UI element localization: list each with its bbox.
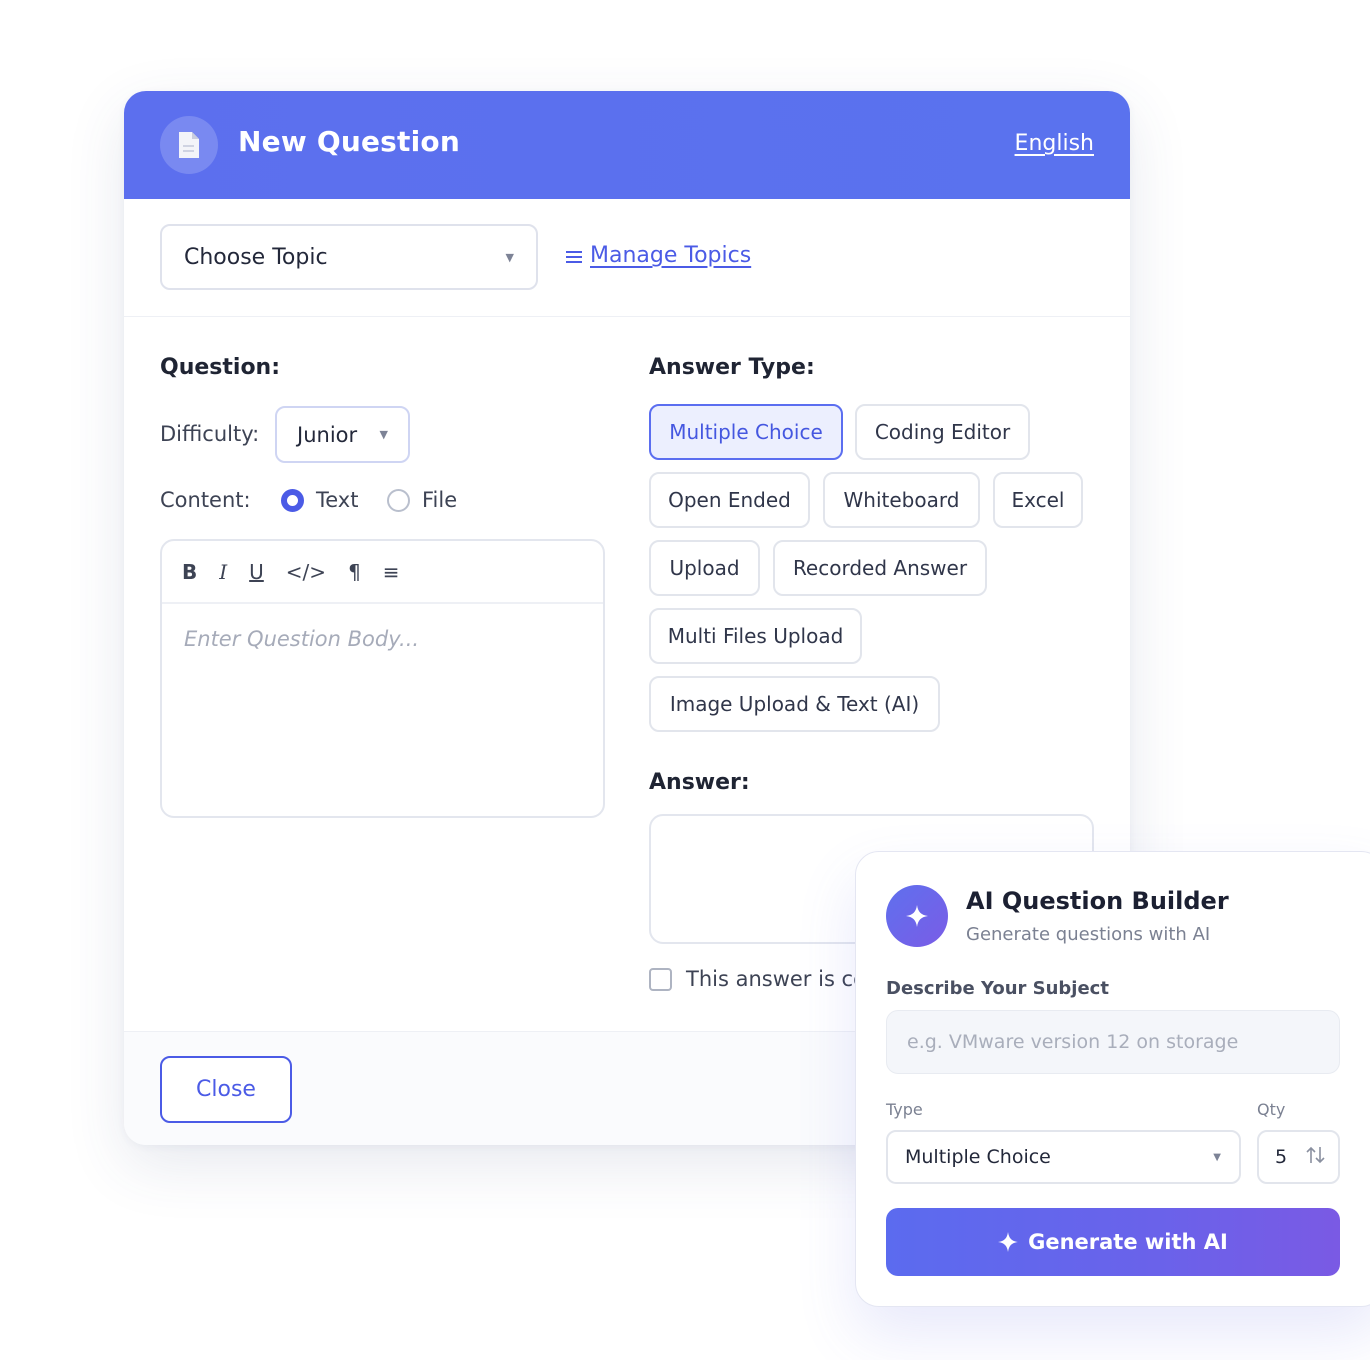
- qty-input[interactable]: 5: [1257, 1130, 1340, 1184]
- answer-type-coding-editor[interactable]: Coding Editor: [855, 404, 1030, 460]
- checkbox-icon: [649, 967, 672, 991]
- ai-type-value: Multiple Choice: [905, 1146, 1051, 1168]
- topic-select-value: Choose Topic: [184, 244, 328, 270]
- close-button[interactable]: Close: [160, 1056, 292, 1123]
- qty-label: Qty: [1257, 1100, 1286, 1119]
- difficulty-select[interactable]: Junior ▼: [275, 406, 410, 463]
- describe-subject-input[interactable]: e.g. VMware version 12 on storage: [886, 1010, 1340, 1074]
- underline-button[interactable]: U: [249, 560, 264, 584]
- modal-title: New Question: [238, 125, 460, 158]
- answer-type-multiple-choice[interactable]: Multiple Choice: [649, 404, 843, 460]
- content-label: Content:: [160, 488, 251, 512]
- question-heading: Question:: [160, 355, 281, 380]
- answer-type-image-upload-text-ai[interactable]: Image Upload & Text (AI): [649, 676, 940, 732]
- list-icon: [566, 250, 582, 263]
- chevron-down-icon: ▼: [1213, 1151, 1221, 1163]
- describe-subject-label: Describe Your Subject: [886, 978, 1109, 999]
- answer-type-excel[interactable]: Excel: [993, 472, 1083, 528]
- radio-unselected-icon: [387, 488, 410, 512]
- answer-type-open-ended[interactable]: Open Ended: [649, 472, 810, 528]
- radio-label-text: Text: [316, 488, 359, 512]
- content-radio-text[interactable]: Text: [281, 488, 358, 512]
- checkbox-label: This answer is co: [686, 967, 866, 991]
- generate-with-ai-button[interactable]: Generate with AI: [886, 1208, 1340, 1276]
- document-icon: [160, 116, 218, 174]
- list-button[interactable]: ≡: [383, 560, 400, 584]
- code-button[interactable]: </>: [286, 560, 326, 584]
- italic-button[interactable]: I: [219, 560, 227, 584]
- radio-selected-icon: [281, 488, 304, 512]
- chevron-down-icon: ▼: [505, 250, 514, 264]
- difficulty-value: Junior: [297, 422, 358, 447]
- type-label: Type: [886, 1100, 923, 1119]
- editor-placeholder: Enter Question Body...: [184, 627, 420, 651]
- topic-select[interactable]: Choose Topic ▼: [160, 224, 538, 290]
- up-down-arrows-icon[interactable]: [1306, 1146, 1326, 1164]
- answer-type-multi-files-upload[interactable]: Multi Files Upload: [649, 608, 862, 664]
- ai-builder-subtitle: Generate questions with AI: [966, 924, 1211, 945]
- answer-type-whiteboard[interactable]: Whiteboard: [823, 472, 980, 528]
- qty-value: 5: [1275, 1146, 1288, 1168]
- paragraph-button[interactable]: ¶: [348, 560, 361, 584]
- answer-type-recorded-answer[interactable]: Recorded Answer: [773, 540, 987, 596]
- manage-topics-link[interactable]: Manage Topics: [566, 243, 751, 268]
- radio-label-file: File: [422, 488, 458, 512]
- answer-type-heading: Answer Type:: [649, 355, 815, 380]
- content-radio-file[interactable]: File: [387, 488, 457, 512]
- sparkle-icon: [886, 885, 948, 947]
- difficulty-label: Difficulty:: [160, 422, 260, 446]
- generate-label: Generate with AI: [1028, 1230, 1228, 1254]
- ai-builder-title: AI Question Builder: [966, 887, 1229, 915]
- bold-button[interactable]: B: [182, 560, 197, 584]
- modal-header: New Question English: [124, 91, 1130, 199]
- answer-type-upload[interactable]: Upload: [649, 540, 760, 596]
- chevron-down-icon: ▼: [379, 428, 388, 441]
- divider: [124, 316, 1130, 317]
- answer-heading: Answer:: [649, 770, 750, 795]
- ai-question-builder-card: AI Question Builder Generate questions w…: [855, 851, 1370, 1307]
- language-link[interactable]: English: [1015, 131, 1094, 156]
- question-body-editor[interactable]: B I U </> ¶ ≡ Enter Question Body...: [160, 539, 605, 818]
- editor-toolbar: B I U </> ¶ ≡: [162, 541, 603, 604]
- sparkle-icon: [998, 1232, 1019, 1252]
- ai-type-select[interactable]: Multiple Choice ▼: [886, 1130, 1241, 1184]
- manage-topics-label: Manage Topics: [590, 243, 752, 268]
